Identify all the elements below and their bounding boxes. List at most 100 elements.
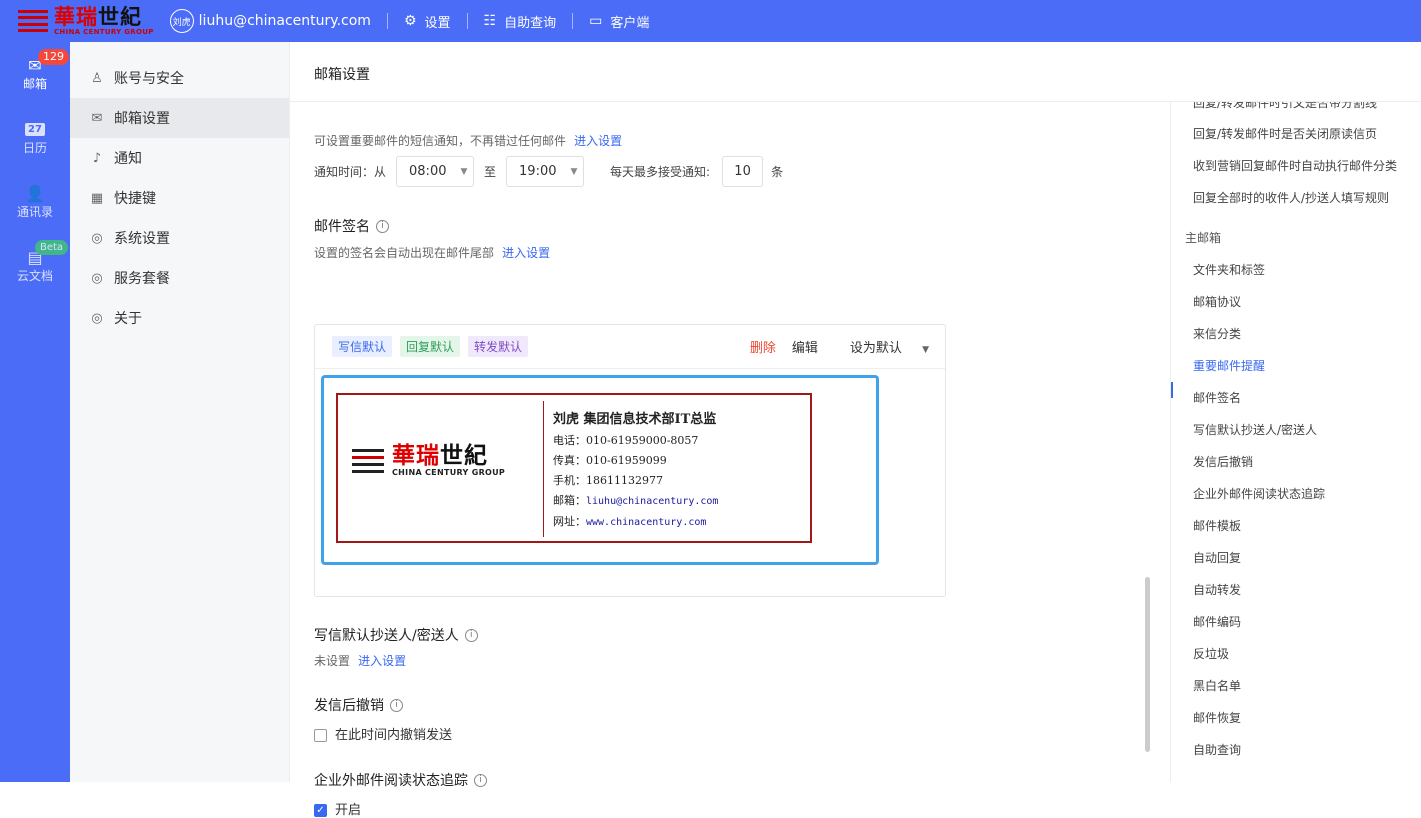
mail-outline-icon: ✉: [91, 110, 103, 126]
sig-email: liuhu@chinacentury.com: [586, 496, 719, 507]
notify-to-value: 19:00: [519, 164, 557, 179]
cc-settings-link[interactable]: 进入设置: [358, 654, 406, 668]
tag-compose-default[interactable]: 写信默认: [332, 336, 393, 357]
anchor-active-marker: [1171, 382, 1173, 398]
signature-preview-frame[interactable]: 華瑞世紀 CHINA CENTURY GROUP 刘虎 集团信息技术部IT总监 …: [321, 375, 879, 565]
anchor-item[interactable]: 邮箱协议: [1193, 293, 1241, 310]
set-default-dropdown[interactable]: 设为默认 ▼: [834, 337, 929, 356]
tracking-option[interactable]: ✓ 开启: [314, 799, 361, 818]
recall-option[interactable]: 在此时间内撤销发送: [314, 724, 452, 743]
anchor-item[interactable]: 邮件编码: [1193, 613, 1241, 630]
info-icon[interactable]: i: [464, 628, 478, 642]
setnav-label: 通知: [114, 151, 142, 167]
anchor-item[interactable]: 回复/转发邮件时引文是否带分割线: [1193, 102, 1377, 111]
anchor-nav: 回复/转发邮件时引文是否带分割线 回复/转发邮件时是否关闭原读信页 收到营销回复…: [1170, 102, 1421, 782]
setnav-account-security[interactable]: ♙ 账号与安全: [70, 58, 289, 98]
anchor-item-active[interactable]: 重要邮件提醒: [1193, 357, 1265, 374]
logo-cn-black: 世紀: [98, 4, 142, 29]
tracking-title: 企业外邮件阅读状态追踪: [314, 773, 468, 789]
app-nav-contacts[interactable]: 👤 通讯录: [0, 183, 70, 220]
calendar-icon: 27: [24, 119, 46, 139]
setnav-mailbox-settings[interactable]: ✉ 邮箱设置: [70, 98, 289, 138]
topbar-self-query[interactable]: ☷ 自助查询: [484, 12, 557, 31]
cc-status: 未设置: [314, 654, 351, 668]
page-title: 邮箱设置: [290, 42, 1421, 102]
anchor-item[interactable]: 回复/转发邮件时是否关闭原读信页: [1193, 125, 1377, 142]
anchor-item[interactable]: 写信默认抄送人/密送人: [1193, 421, 1317, 438]
avatar[interactable]: 刘虎: [169, 9, 194, 33]
signature-info: 刘虎 集团信息技术部IT总监 电话：010-61959000-8057 传真：0…: [553, 409, 718, 533]
account-email[interactable]: liuhu@chinacentury.com: [199, 13, 371, 29]
anchor-item[interactable]: 回复全部时的收件人/抄送人填写规则: [1193, 189, 1389, 206]
sig-fax: 传真：010-61959099: [553, 454, 667, 467]
logo-mark-icon: [352, 449, 384, 473]
edit-signature-button[interactable]: 编辑: [792, 337, 818, 356]
caret-down-icon: ▼: [922, 345, 929, 355]
anchor-item[interactable]: 收到营销回复邮件时自动执行邮件分类: [1193, 157, 1397, 174]
recall-section-title: 发信后撤销 i: [314, 695, 403, 715]
anchor-item[interactable]: 企业外邮件阅读状态追踪: [1193, 485, 1325, 502]
divider: [386, 13, 388, 29]
setnav-shortcuts[interactable]: ▦ 快捷键: [70, 178, 289, 218]
content-scrollbar[interactable]: [1145, 577, 1150, 752]
anchor-item[interactable]: 发信后撤销: [1193, 453, 1253, 470]
info-icon[interactable]: i: [376, 219, 389, 233]
topbar-settings[interactable]: ⚙ 设置: [404, 12, 451, 31]
recall-title: 发信后撤销: [314, 698, 384, 714]
anchor-item[interactable]: 自动回复: [1193, 549, 1241, 566]
settings-nav: ♙ 账号与安全 ✉ 邮箱设置 ♪ 通知 ▦ 快捷键 ◎ 系统设置 ◎ 服务套餐 …: [70, 42, 290, 782]
anchor-item[interactable]: 来信分类: [1193, 325, 1241, 342]
contacts-icon: 👤: [25, 183, 45, 203]
setnav-service-package[interactable]: ◎ 服务套餐: [70, 258, 289, 298]
signature-card: 華瑞世紀 CHINA CENTURY GROUP 刘虎 集团信息技术部IT总监 …: [336, 393, 812, 543]
notify-to-select[interactable]: 19:00 ▼: [506, 156, 585, 187]
daily-limit-unit: 条: [771, 165, 784, 179]
delete-signature-button[interactable]: 删除: [750, 337, 776, 356]
daily-limit-input[interactable]: 10: [722, 156, 764, 187]
setnav-about[interactable]: ◎ 关于: [70, 298, 289, 338]
recall-checkbox[interactable]: [314, 729, 327, 742]
anchor-item[interactable]: 邮件恢复: [1193, 709, 1241, 726]
signature-logo: 華瑞世紀 CHINA CENTURY GROUP: [352, 445, 505, 477]
signature-desc: 设置的签名会自动出现在邮件尾部: [314, 246, 495, 260]
gear-icon: ⚙: [403, 13, 417, 29]
sig-mobile: 手机：18611132977: [553, 474, 663, 487]
brand-logo[interactable]: 華瑞世紀 CHINA CENTURY GROUP: [18, 0, 154, 42]
topbar-client[interactable]: ▭ 客户端: [589, 12, 649, 31]
app-nav-cloud-doc[interactable]: ▤ Beta 云文档: [0, 240, 70, 284]
notify-from-select[interactable]: 08:00 ▼: [396, 156, 475, 187]
top-bar: 華瑞世紀 CHINA CENTURY GROUP 刘虎 liuhu@chinac…: [0, 0, 1421, 42]
app-nav-calendar[interactable]: 27 日历: [0, 119, 70, 156]
info-icon[interactable]: i: [474, 773, 487, 787]
anchor-group-main-mailbox: 主邮箱: [1185, 231, 1222, 245]
chevron-down-icon: ▼: [460, 166, 468, 177]
setnav-notifications[interactable]: ♪ 通知: [70, 138, 289, 178]
tracking-checkbox[interactable]: ✓: [314, 804, 327, 817]
anchor-item[interactable]: 自动转发: [1193, 581, 1241, 598]
signature-settings-link[interactable]: 进入设置: [502, 246, 550, 260]
anchor-item[interactable]: 黑白名单: [1193, 677, 1241, 694]
set-default-label: 设为默认: [849, 341, 902, 356]
divider: [543, 401, 544, 537]
signature-title: 邮件签名: [314, 219, 370, 235]
sig-site: www.chinacentury.com: [586, 517, 707, 528]
anchor-item[interactable]: 反垃圾: [1193, 645, 1229, 662]
app-nav-mail[interactable]: ✉ 129 邮箱: [0, 49, 70, 92]
divider: [466, 13, 468, 29]
notify-from-value: 08:00: [409, 164, 447, 179]
sms-settings-link[interactable]: 进入设置: [574, 134, 622, 148]
setnav-label: 快捷键: [114, 191, 156, 207]
setnav-label: 关于: [114, 311, 142, 327]
anchor-item[interactable]: 邮件模板: [1193, 517, 1241, 534]
anchor-item[interactable]: 自助查询: [1193, 741, 1241, 758]
tag-reply-default[interactable]: 回复默认: [400, 336, 461, 357]
anchor-item[interactable]: 邮件签名: [1193, 389, 1241, 406]
unread-badge: 129: [38, 49, 69, 65]
recall-checkbox-label: 在此时间内撤销发送: [335, 728, 453, 743]
anchor-item[interactable]: 文件夹和标签: [1193, 261, 1265, 278]
setnav-label: 系统设置: [114, 231, 170, 247]
info-icon[interactable]: i: [390, 698, 403, 712]
divider: [572, 13, 574, 29]
setnav-system-settings[interactable]: ◎ 系统设置: [70, 218, 289, 258]
tag-forward-default[interactable]: 转发默认: [468, 336, 529, 357]
